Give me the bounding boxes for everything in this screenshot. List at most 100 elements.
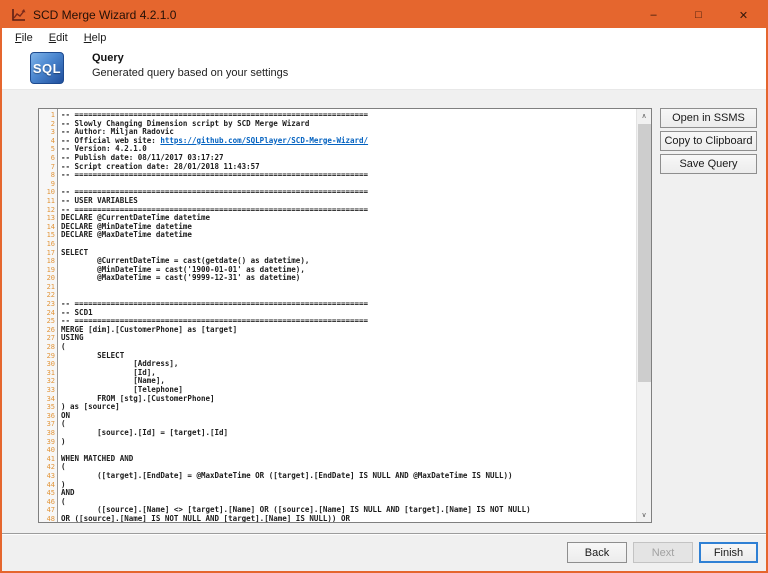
line-number-gutter: 1 2 3 4 5 6 7 8 9 10 11 12 13 14 15 16 17 18 19 20 21 22 23 24 2…: [39, 109, 58, 522]
line-number: 15: [46, 231, 55, 240]
line-number: 8: [50, 171, 55, 180]
line-number: 39: [46, 437, 55, 446]
copy-to-clipboard-button[interactable]: Copy to Clipboard: [660, 131, 757, 151]
code-line: FROM [stg].[CustomerPhone]: [61, 393, 215, 403]
code-line: ON: [61, 410, 71, 420]
back-button[interactable]: Back: [567, 542, 627, 563]
menu-help[interactable]: Help: [76, 30, 115, 46]
line-number: 19: [46, 265, 55, 274]
menu-bar: File Edit Help: [2, 28, 766, 48]
line-number: 4: [50, 136, 55, 145]
save-query-button[interactable]: Save Query: [660, 154, 757, 174]
footer-divider: [2, 533, 766, 535]
line-number: 21: [46, 282, 55, 291]
github-link[interactable]: https://github.com/SQLPlayer/SCD-Merge-W…: [160, 136, 368, 145]
page-subtitle: Generated query based on your settings: [92, 67, 289, 79]
finish-button[interactable]: Finish: [699, 542, 758, 563]
line-number: 34: [46, 394, 55, 403]
line-number: 32: [46, 377, 55, 386]
line-number: 30: [46, 360, 55, 369]
line-number: 38: [46, 428, 55, 437]
line-number: 31: [46, 368, 55, 377]
line-number: 24: [46, 308, 55, 317]
scrollbar-track[interactable]: [637, 123, 651, 508]
code-line: MERGE [dim].[CustomerPhone] as [target]: [61, 324, 238, 334]
line-number: 25: [46, 317, 55, 326]
line-number: 35: [46, 403, 55, 412]
code-line: @MaxDateTime = cast('9999-12-31' as date…: [61, 273, 301, 283]
wizard-header: SQL Query Generated query based on your …: [2, 48, 766, 90]
line-number: 43: [46, 471, 55, 480]
line-number: 13: [46, 214, 55, 223]
line-number: 6: [50, 153, 55, 162]
line-number: 44: [46, 480, 55, 489]
close-icon[interactable]: ✕: [721, 2, 766, 28]
minimize-icon[interactable]: –: [631, 2, 676, 28]
code-line: ): [61, 436, 66, 446]
page-title: Query: [92, 52, 124, 64]
code-line: ) as [source]: [61, 402, 120, 412]
line-number: 11: [46, 196, 55, 205]
query-editor[interactable]: 1 2 3 4 5 6 7 8 9 10 11 12 13 14 15 16 17 18 19 20 21 22 23 24 2…: [38, 108, 652, 523]
open-in-ssms-button[interactable]: Open in SSMS: [660, 108, 757, 128]
line-number: 26: [46, 325, 55, 334]
menu-edit[interactable]: Edit: [41, 30, 76, 46]
line-number: 37: [46, 420, 55, 429]
line-number: 1: [50, 111, 55, 119]
code-line: USING: [61, 333, 84, 343]
line-number: 40: [46, 446, 55, 455]
code-lines[interactable]: -- =====================================…: [58, 109, 636, 522]
line-number: 46: [46, 497, 55, 506]
code-line: -- =====================================…: [61, 187, 369, 197]
scd-merge-wizard-window: SCD Merge Wizard 4.2.1.0 – □ ✕ File Edit…: [0, 0, 768, 573]
line-number: 14: [46, 222, 55, 231]
scroll-up-icon[interactable]: ∧: [637, 109, 652, 123]
code-line: (: [61, 342, 66, 352]
scrollbar-thumb[interactable]: [638, 124, 651, 382]
scroll-down-icon[interactable]: ∨: [637, 508, 652, 522]
code-line: WHEN MATCHED AND: [61, 453, 134, 463]
line-number: 5: [50, 145, 55, 154]
maximize-icon[interactable]: □: [676, 2, 721, 28]
line-number: 28: [46, 343, 55, 352]
line-number: 17: [46, 248, 55, 257]
code-line: [source].[Id] = [target].[Id]: [61, 427, 229, 437]
line-number: 3: [50, 128, 55, 137]
line-number: 48: [46, 514, 55, 523]
line-number: 29: [46, 351, 55, 360]
line-number: 18: [46, 257, 55, 266]
code-line: -- =====================================…: [61, 299, 369, 309]
line-number: 45: [46, 489, 55, 498]
line-number: 16: [46, 239, 55, 248]
vertical-scrollbar[interactable]: ∧ ∨: [636, 109, 651, 522]
code-line: -- Official web site: https://github.com…: [61, 135, 369, 145]
code-line: ): [61, 479, 66, 489]
menu-file[interactable]: File: [7, 30, 41, 46]
line-number: 47: [46, 506, 55, 515]
line-number: 41: [46, 454, 55, 463]
code-line: OR ([source].[Name] IS NOT NULL AND [tar…: [61, 513, 350, 522]
code-line: DECLARE @MaxDateTime datetime: [61, 230, 192, 240]
line-number: 22: [46, 291, 55, 300]
line-number: 10: [46, 188, 55, 197]
app-chart-icon: [12, 9, 26, 21]
window-title: SCD Merge Wizard 4.2.1.0: [33, 8, 177, 22]
line-number: 23: [46, 300, 55, 309]
line-number: 33: [46, 386, 55, 394]
line-number: 27: [46, 334, 55, 343]
window-controls: – □ ✕: [631, 2, 766, 28]
code-line: ([target].[EndDate] = @MaxDateTime OR ([…: [61, 470, 513, 480]
line-number: 36: [46, 411, 55, 420]
title-bar: SCD Merge Wizard 4.2.1.0 – □ ✕: [2, 2, 766, 28]
line-number: 2: [50, 119, 55, 128]
sql-logo-icon: SQL: [30, 52, 64, 84]
line-number: 42: [46, 463, 55, 472]
code-line: AND: [61, 488, 75, 498]
line-number: 9: [50, 179, 55, 188]
line-number: 7: [50, 162, 55, 171]
code-line: -- =====================================…: [61, 170, 369, 180]
line-number: 20: [46, 274, 55, 283]
